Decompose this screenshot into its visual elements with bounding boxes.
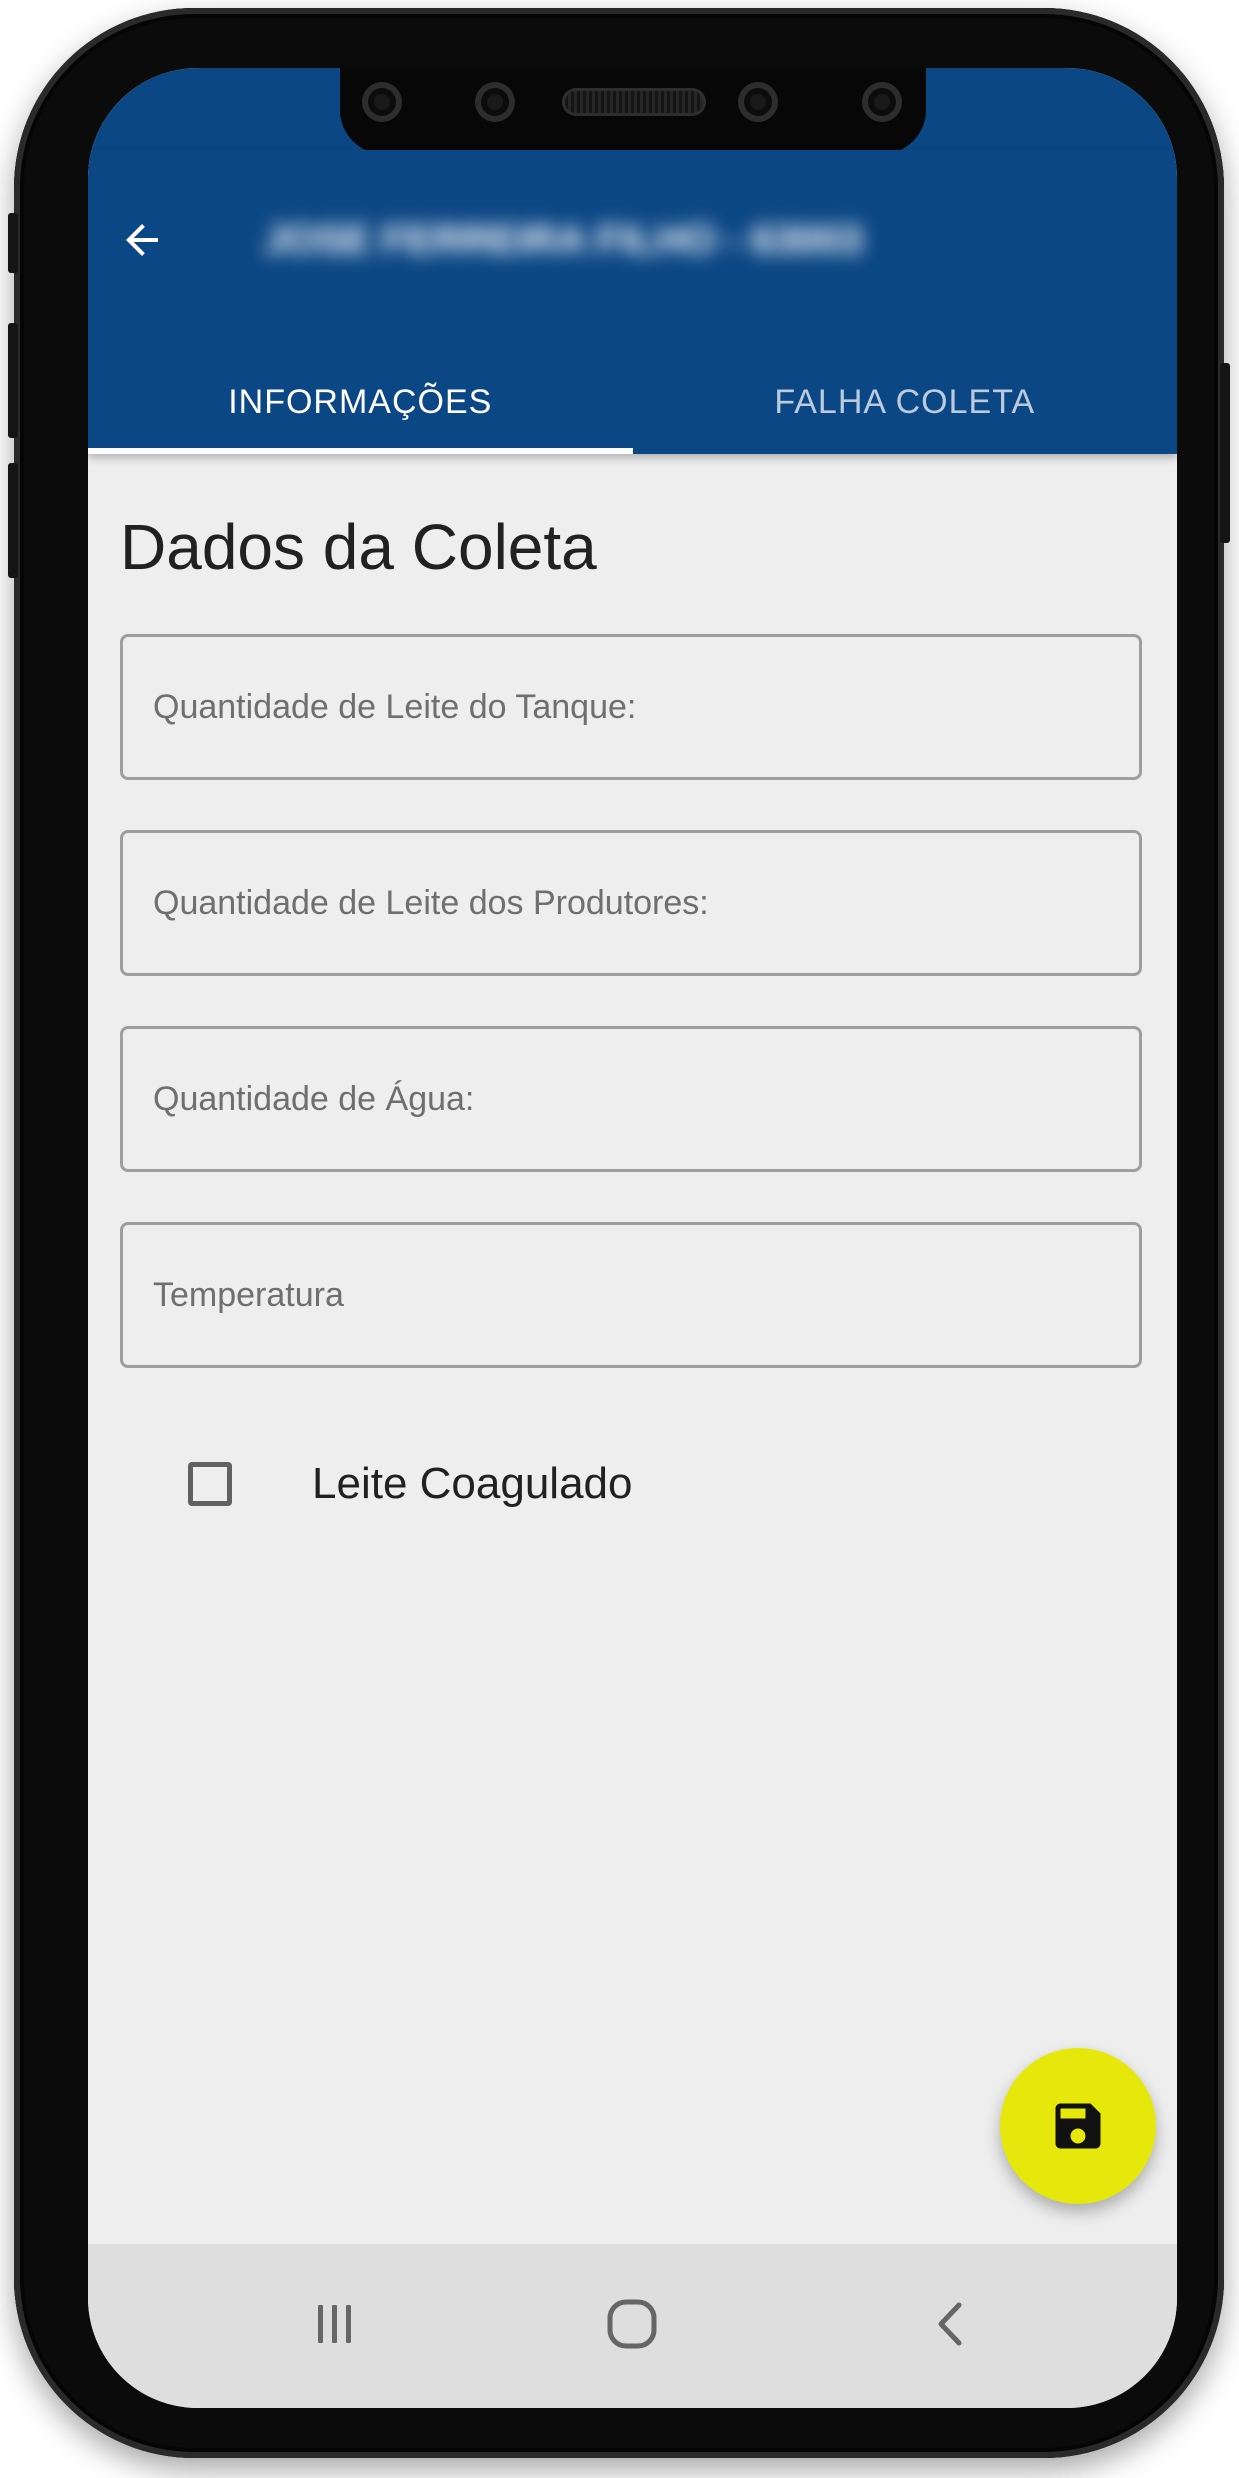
coagulated-milk-label: Leite Coagulado [312, 1459, 633, 1508]
phone-power-button [1220, 363, 1230, 543]
system-navigation-bar [88, 2244, 1177, 2408]
temperature-input[interactable] [123, 1225, 1139, 1365]
arrow-left-icon [126, 224, 158, 256]
screen: JOSE FERREIRA FILHO - 63003 INFORMAÇÕES … [88, 68, 1177, 2408]
recent-apps-icon [318, 2305, 351, 2343]
producers-milk-quantity-input[interactable] [123, 833, 1139, 973]
app-bar-title: JOSE FERREIRA FILHO - 63003 [264, 218, 863, 262]
tab-informacoes[interactable]: INFORMAÇÕES [88, 350, 633, 454]
sensor-icon [862, 82, 902, 122]
back-chevron-icon [938, 2302, 962, 2346]
tab-bar: INFORMAÇÕES FALHA COLETA [88, 350, 1177, 454]
home-button[interactable] [582, 2274, 682, 2374]
app-bar: JOSE FERREIRA FILHO - 63003 INFORMAÇÕES … [88, 150, 1177, 454]
water-quantity-input[interactable] [123, 1029, 1139, 1169]
phone-volume-up-button [8, 323, 18, 438]
page-title: Dados da Coleta [120, 511, 597, 583]
recent-apps-button[interactable] [285, 2274, 385, 2374]
form-content: Dados da Coleta Leite Coagulado [88, 454, 1177, 2244]
page: JOSE FERREIRA FILHO - 63003 INFORMAÇÕES … [0, 0, 1239, 2478]
earpiece-speaker [562, 88, 706, 116]
tank-milk-quantity-field [120, 634, 1142, 780]
phone-frame: JOSE FERREIRA FILHO - 63003 INFORMAÇÕES … [8, 8, 1230, 2458]
phone-side-button [8, 213, 18, 273]
front-camera-icon [738, 82, 778, 122]
tank-milk-quantity-input[interactable] [123, 637, 1139, 777]
coagulated-milk-row[interactable]: Leite Coagulado [188, 1444, 632, 1524]
phone-volume-down-button [8, 463, 18, 578]
save-button[interactable] [1000, 2048, 1156, 2204]
camera-icon [475, 82, 515, 122]
home-icon [607, 2299, 657, 2349]
floppy-disk-icon [1055, 2103, 1101, 2149]
system-back-button[interactable] [900, 2274, 1000, 2374]
coagulated-milk-checkbox[interactable] [188, 1462, 232, 1506]
producers-milk-quantity-field [120, 830, 1142, 976]
notch [340, 68, 926, 154]
back-button[interactable] [112, 210, 172, 270]
sensor-icon [362, 82, 402, 122]
water-quantity-field [120, 1026, 1142, 1172]
tab-falha-coleta[interactable]: FALHA COLETA [633, 350, 1178, 454]
temperature-field [120, 1222, 1142, 1368]
